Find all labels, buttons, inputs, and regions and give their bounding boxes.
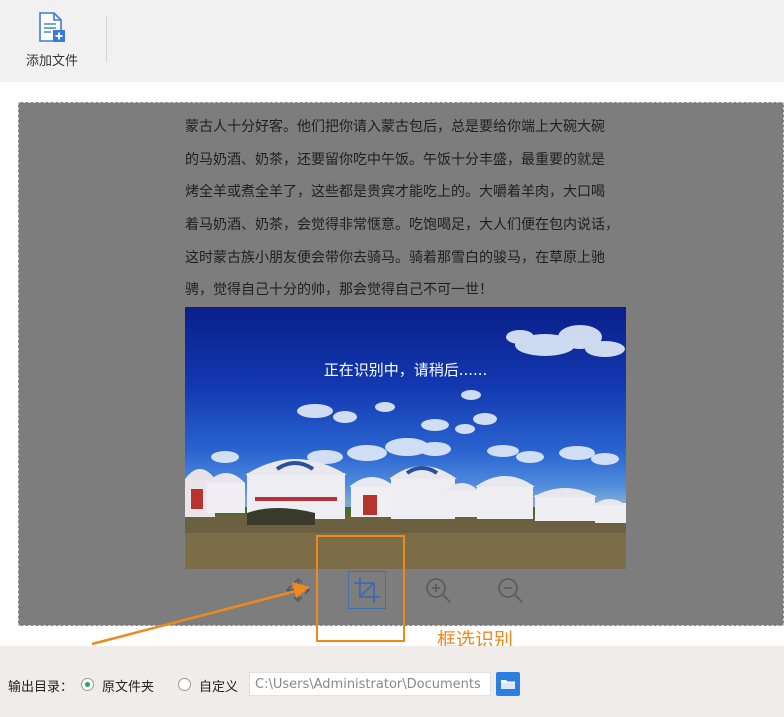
add-file-button[interactable]: 添加文件 [16,10,88,72]
document-line: 着马奶酒、奶茶，会觉得非常惬意。吃饱喝足，大人们便在包内说话， [185,217,619,234]
move-icon [285,577,311,603]
add-file-icon [39,12,65,42]
document-text: 蒙古人十分好客。他们把你请入蒙古包后，总是要给你端上大碗大碗 的马奶酒、奶茶，还… [185,111,631,307]
document-line: 骋，觉得自己十分的帅，那会觉得自己不可一世！ [185,282,493,299]
toolbar: 添加文件 [0,0,784,82]
folder-icon [501,680,515,689]
crop-highlight-box [316,535,405,642]
output-directory-label: 输出目录： [8,680,74,695]
grassland-yurts-image [185,325,626,569]
document-line: 烤全羊或煮全羊了，这些都是贵宾才能吃上的。大嚼着羊肉，大口喝 [185,184,605,201]
zoom-in-icon [426,578,451,603]
original-folder-label: 原文件夹 [102,680,155,695]
zoom-in-button[interactable] [421,573,455,607]
output-bar: 输出目录： 原文件夹 自定义 [0,646,784,717]
radio-custom-folder[interactable] [178,678,191,691]
output-path-input[interactable] [249,672,491,696]
document-line: 这时蒙古族小朋友便会带你去骑马。骑着那雪白的骏马，在草原上驰 [185,249,605,266]
document-photo: 正在识别中，请稍后...... [185,307,626,569]
document-line: 的马奶酒、奶茶，还要留你吃中午饭。午饭十分丰盛，最重要的就是 [185,151,605,168]
move-button[interactable] [281,573,315,607]
toolbar-divider [106,16,107,62]
zoom-out-icon [498,578,523,603]
zoom-out-button[interactable] [493,573,527,607]
radio-original-folder[interactable] [81,678,94,691]
browse-folder-button[interactable] [496,672,520,696]
custom-folder-label: 自定义 [199,680,239,695]
add-file-label: 添加文件 [25,54,78,69]
recognition-status: 正在识别中，请稍后...... [323,361,488,379]
document-line: 蒙古人十分好客。他们把你请入蒙古包后，总是要给你端上大碗大碗 [185,119,605,135]
